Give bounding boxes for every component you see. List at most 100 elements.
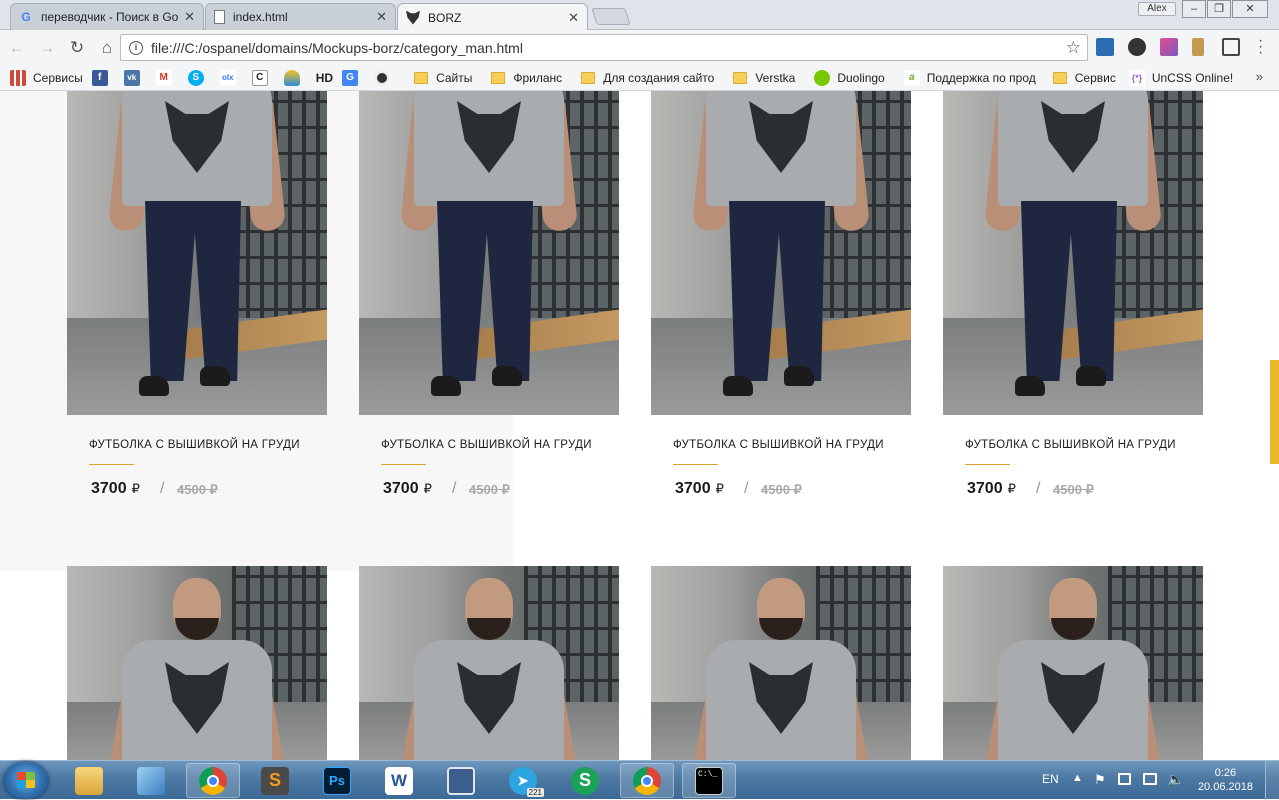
flag-icon[interactable]: ⚑ bbox=[1094, 772, 1106, 788]
menu-icon[interactable]: · · · bbox=[1258, 33, 1263, 61]
folder-icon bbox=[414, 71, 429, 84]
bookmark-uncss[interactable]: {*} UnCSS Online! bbox=[1128, 69, 1233, 86]
bookmark-support[interactable]: a Поддержка по прод bbox=[903, 69, 1036, 86]
tab-borz[interactable]: BORZ ✕ bbox=[397, 3, 588, 31]
product-photo[interactable] bbox=[359, 91, 619, 415]
show-desktop-button[interactable] bbox=[1265, 761, 1279, 800]
extension-icon[interactable] bbox=[1128, 38, 1146, 56]
product-photo[interactable] bbox=[67, 91, 327, 415]
tray-expand-icon[interactable]: ▲ bbox=[1072, 772, 1083, 784]
unread-badge: 221 bbox=[526, 788, 544, 797]
windows-taskbar: S Ps W ➤ 221 S C:\_ EN ▲ ⚑ 🔈 0:26 20.06.2… bbox=[0, 760, 1279, 800]
currency-symbol: ₽ bbox=[131, 481, 140, 496]
tab-google-search[interactable]: G переводчик - Поиск в Google ✕ bbox=[10, 3, 204, 30]
taskbar-sublime[interactable]: S bbox=[248, 763, 302, 798]
control-panel-icon bbox=[137, 766, 165, 795]
bookmark-facebook[interactable]: f bbox=[91, 69, 115, 86]
network-icon[interactable] bbox=[1143, 773, 1157, 785]
olx-icon: olx bbox=[219, 69, 236, 86]
close-icon[interactable]: ✕ bbox=[376, 9, 387, 25]
close-icon[interactable]: ✕ bbox=[184, 9, 195, 25]
old-price-value: 4500 bbox=[177, 482, 206, 497]
currency-symbol: ₽ bbox=[1007, 481, 1016, 496]
address-bar[interactable]: i file:///C:/ospanel/domains/Mockups-bor… bbox=[120, 34, 1088, 61]
bookmark-apps[interactable]: Сервисы bbox=[10, 69, 83, 86]
language-indicator[interactable]: EN bbox=[1042, 772, 1059, 786]
facebook-icon: f bbox=[91, 69, 108, 86]
product-title[interactable]: ФУТБОЛКА С ВЫШИВКОЙ НА ГРУДИ bbox=[673, 439, 884, 451]
bookmark-translate[interactable]: G bbox=[342, 69, 365, 86]
old-price-value: 4500 bbox=[469, 482, 498, 497]
taskbar-telegram[interactable]: ➤ 221 bbox=[496, 763, 550, 798]
extension-icon[interactable] bbox=[1192, 38, 1204, 56]
bookmark-folder-service[interactable]: Сервис bbox=[1052, 71, 1116, 85]
bookmark-skype[interactable]: S bbox=[187, 69, 211, 86]
taskbar-chrome[interactable] bbox=[186, 763, 240, 798]
bookmark-folder-verstka[interactable]: Verstka bbox=[733, 71, 795, 85]
bookmark-cyrillic[interactable]: С bbox=[251, 69, 275, 86]
product-photo[interactable] bbox=[651, 91, 911, 415]
scroll-indicator[interactable] bbox=[1270, 360, 1279, 464]
product-photo[interactable] bbox=[67, 566, 327, 760]
volume-icon[interactable]: 🔈 bbox=[1167, 771, 1184, 788]
bookmark-record[interactable] bbox=[374, 69, 397, 86]
product-photo[interactable] bbox=[651, 566, 911, 760]
taskbar-explorer[interactable] bbox=[62, 763, 116, 798]
extension-icon[interactable] bbox=[1222, 38, 1240, 56]
url-text[interactable]: file:///C:/ospanel/domains/Mockups-borz/… bbox=[151, 40, 1066, 56]
bookmark-folder-sites-creation[interactable]: Для создания сайто bbox=[581, 71, 714, 85]
bookmark-cloud[interactable] bbox=[283, 69, 307, 86]
forward-button[interactable]: → bbox=[34, 35, 60, 61]
taskbar-control-panel[interactable] bbox=[124, 763, 178, 798]
taskbar-skype[interactable]: S bbox=[558, 763, 612, 798]
taskbar-chrome-2[interactable] bbox=[620, 763, 674, 798]
bookmarks-bar: Сервисы f vk M S olx С HD G Сайты Фрилан… bbox=[0, 65, 1279, 91]
product-photo[interactable] bbox=[943, 91, 1203, 415]
restore-button[interactable]: ❐ bbox=[1207, 0, 1231, 18]
bookmark-folder-sites[interactable]: Сайты bbox=[414, 71, 472, 85]
devices-icon[interactable] bbox=[1118, 773, 1131, 785]
cloud-icon bbox=[283, 69, 300, 86]
product-title[interactable]: ФУТБОЛКА С ВЫШИВКОЙ НА ГРУДИ bbox=[381, 439, 592, 451]
taskbar-cmd[interactable]: C:\_ bbox=[682, 763, 736, 798]
taskbar-save-app[interactable] bbox=[434, 763, 488, 798]
close-icon[interactable]: ✕ bbox=[568, 10, 579, 26]
bookmark-gmail[interactable]: M bbox=[155, 69, 179, 86]
extension-icon[interactable] bbox=[1160, 38, 1178, 56]
chrome-icon bbox=[199, 766, 227, 795]
bookmark-label: Для создания сайто bbox=[603, 70, 715, 85]
bookmark-label: HD bbox=[315, 70, 334, 85]
clock[interactable]: 0:26 20.06.2018 bbox=[1198, 766, 1253, 794]
reload-button[interactable]: ↻ bbox=[64, 35, 90, 61]
window-close-button[interactable]: ✕ bbox=[1232, 0, 1268, 18]
tab-index-html[interactable]: index.html ✕ bbox=[205, 3, 396, 30]
profile-button[interactable]: Alex bbox=[1138, 2, 1176, 16]
product-photo[interactable] bbox=[359, 566, 619, 760]
back-button[interactable]: ← bbox=[4, 35, 30, 61]
arrow-left-icon: ← bbox=[8, 37, 26, 57]
translate-icon: G bbox=[342, 69, 359, 86]
bookmark-vk[interactable]: vk bbox=[123, 69, 147, 86]
skype-icon: S bbox=[571, 766, 599, 795]
bookmark-folder-freelance[interactable]: Фриланс bbox=[491, 71, 562, 85]
taskbar-word[interactable]: W bbox=[372, 763, 426, 798]
start-button[interactable] bbox=[4, 762, 48, 799]
chevron-more-icon[interactable]: » bbox=[1256, 69, 1263, 84]
bookmark-hd[interactable]: HD bbox=[316, 71, 333, 85]
title-underline bbox=[673, 464, 718, 465]
info-icon[interactable]: i bbox=[129, 40, 143, 55]
currency-symbol: ₽ bbox=[715, 481, 724, 496]
sublime-text-icon: S bbox=[261, 766, 289, 795]
new-tab-button[interactable] bbox=[591, 8, 631, 25]
product-title[interactable]: ФУТБОЛКА С ВЫШИВКОЙ НА ГРУДИ bbox=[89, 439, 300, 451]
minimize-button[interactable]: – bbox=[1182, 0, 1206, 18]
tab-title: переводчик - Поиск в Google bbox=[41, 10, 179, 24]
home-button[interactable]: ⌂ bbox=[94, 35, 120, 61]
taskbar-photoshop[interactable]: Ps bbox=[310, 763, 364, 798]
bookmark-star-icon[interactable]: ☆ bbox=[1066, 38, 1081, 58]
bookmark-duolingo[interactable]: Duolingo bbox=[814, 69, 885, 86]
bookmark-olx[interactable]: olx bbox=[219, 69, 243, 86]
product-photo[interactable] bbox=[943, 566, 1203, 760]
product-title[interactable]: ФУТБОЛКА С ВЫШИВКОЙ НА ГРУДИ bbox=[965, 439, 1176, 451]
extension-icon[interactable] bbox=[1096, 38, 1114, 56]
